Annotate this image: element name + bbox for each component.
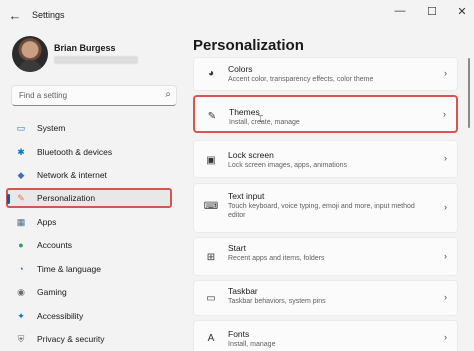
settings-card-taskbar[interactable]: ▭ Taskbar Taskbar behaviors, system pins › [193,280,458,316]
bluetooth-icon: ✱ [17,146,25,157]
keyboard-icon: ⌨ [203,200,219,212]
chevron-right-icon: › [444,292,447,302]
settings-card-text-input[interactable]: ⌨ Text input Touch keyboard, voice typing,… [193,183,458,233]
search-icon: ⌕ [165,89,171,100]
sidebar-item-label: Time & language [37,264,101,274]
card-description: Touch keyboard, voice typing, emoji and … [228,203,415,219]
user-name: Brian Burgess [54,43,116,53]
search-input[interactable]: Find a setting ⌕ [11,85,177,106]
settings-card-themes[interactable]: ✎ Themes Install, create, manage › [193,95,458,133]
mouse-cursor-icon: ⌶ [258,114,264,124]
card-title: Text input [228,191,265,201]
sidebar-item-label: Apps [37,217,57,227]
title-bar: ← Settings — ☐ ✕ [0,0,474,30]
user-email-redacted [54,56,138,64]
settings-card-fonts[interactable]: A Fonts Install, manage › [193,320,458,351]
sidebar-item-label: System [37,123,66,133]
maximize-icon: ☐ [427,5,437,18]
card-title: Themes [229,107,260,117]
scrollbar[interactable] [468,58,470,128]
wifi-icon: ◆ [17,169,25,180]
card-title: Fonts [228,329,250,339]
sidebar-item-privacy-security[interactable]: ⛨ Privacy & security [6,329,172,349]
search-placeholder: Find a setting [19,91,68,100]
sidebar-item-label: Gaming [37,287,67,297]
maximize-button[interactable]: ☐ [420,3,444,19]
sidebar-item-label: Accounts [37,240,72,250]
settings-card-start[interactable]: ⊞ Start Recent apps and items, folders › [193,237,458,276]
sidebar-item-bluetooth-devices[interactable]: ✱ Bluetooth & devices [6,142,172,162]
chevron-right-icon: › [444,251,447,261]
card-title: Start [228,243,246,253]
brush-icon: ✎ [17,192,25,203]
close-icon: ✕ [457,5,467,18]
sidebar-item-time-language[interactable]: ◔ Time & language [6,259,172,279]
minimize-icon: — [394,5,406,17]
back-arrow-icon: ← [8,7,22,23]
back-button[interactable]: ← [6,6,24,24]
settings-card-colors[interactable]: ◕ Colors Accent color, transparency effect… [193,57,458,91]
chevron-right-icon: › [444,332,447,342]
card-description: Accent color, transparency effects, colo… [228,76,374,83]
palette-icon: ◕ [207,67,215,79]
sidebar-item-label: Bluetooth & devices [37,147,113,157]
sidebar-item-apps[interactable]: ▦ Apps [6,212,172,232]
sidebar-item-accounts[interactable]: ● Accounts [6,235,172,255]
avatar [12,36,48,72]
card-description: Install, manage [228,341,276,348]
sidebar-item-system[interactable]: ▭ System [6,118,172,138]
sidebar-item-label: Network & internet [37,170,107,180]
close-button[interactable]: ✕ [450,3,474,19]
app-title: Settings [32,10,65,20]
card-title: Taskbar [228,286,258,296]
shield-icon: ⛨ [17,333,25,344]
card-description: Lock screen images, apps, animations [228,162,348,169]
sidebar-item-label: Privacy & security [37,334,105,344]
lock-screen-icon: ▣ [206,154,216,166]
apps-icon: ▦ [16,216,26,227]
minimize-button[interactable]: — [388,3,412,19]
settings-card-lock-screen[interactable]: ▣ Lock screen Lock screen images, apps, an… [193,140,458,178]
taskbar-icon: ▭ [206,292,216,304]
sidebar-item-personalization[interactable]: ✎ Personalization [6,188,172,208]
globe-clock-icon: ◔ [18,264,24,274]
person-icon: ● [18,240,24,250]
controller-icon: ◉ [17,286,25,297]
monitor-icon: ▭ [16,122,26,133]
fonts-icon: A [207,332,215,344]
sidebar-item-gaming[interactable]: ◉ Gaming [6,282,172,302]
chevron-right-icon: › [444,202,447,212]
chevron-right-icon: › [444,153,447,163]
chevron-right-icon: › [444,68,447,78]
sidebar-item-label: Personalization [37,193,96,203]
accessibility-icon: ✦ [17,310,25,321]
start-icon: ⊞ [206,251,216,263]
pen-icon: ✎ [207,110,217,122]
card-title: Lock screen [228,150,274,160]
page-title: Personalization [193,37,304,54]
chevron-right-icon: › [443,109,446,119]
sidebar-item-accessibility[interactable]: ✦ Accessibility [6,306,172,326]
sidebar-item-network-internet[interactable]: ◆ Network & internet [6,165,172,185]
card-title: Colors [228,64,253,74]
sidebar-item-label: Accessibility [37,311,84,321]
card-description: Taskbar behaviors, system pins [228,298,326,305]
card-description: Recent apps and items, folders [228,255,325,262]
